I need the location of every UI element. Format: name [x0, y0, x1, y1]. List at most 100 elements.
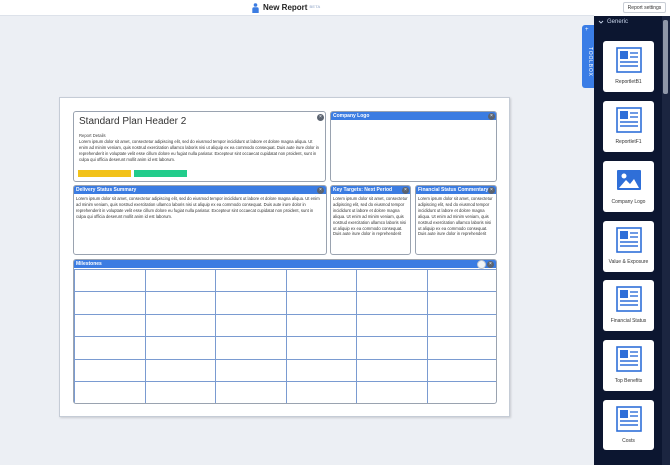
toolbox-item-financial-status[interactable]: Financial Status: [603, 280, 654, 331]
milestone-cell[interactable]: [285, 358, 357, 382]
key-targets-text: Lorem ipsum dolor sit amet, consectetur …: [333, 196, 408, 237]
plan-header-text: Lorem ipsum dolor sit amet, consectetur …: [79, 139, 319, 162]
milestone-cell[interactable]: [426, 291, 496, 315]
toolbox-item-reportlet-f1[interactable]: ReportletF1: [603, 101, 654, 152]
milestone-cell[interactable]: [426, 358, 496, 382]
report-details-label: Report Details: [79, 133, 106, 138]
key-targets-header: Key Targets: Next Period: [331, 186, 410, 194]
milestone-cell[interactable]: [426, 268, 496, 293]
financial-status-header: Financial Status Commentary: [416, 186, 496, 194]
milestone-cell[interactable]: [215, 336, 287, 360]
toolbox-item-label: Financial Status: [610, 318, 647, 324]
status-bar-yellow: [78, 170, 131, 177]
report-title-group: New Report BETA: [252, 2, 320, 14]
close-icon[interactable]: ×: [317, 114, 324, 121]
milestone-cell[interactable]: [144, 291, 216, 315]
report-canvas: Standard Plan Header 2 Report Details Lo…: [59, 97, 510, 417]
milestone-cell[interactable]: [144, 336, 216, 360]
toggle-knob[interactable]: [477, 260, 486, 269]
milestone-cell[interactable]: [215, 358, 287, 382]
toolbox-item-costs[interactable]: Costs: [603, 400, 654, 450]
beta-badge: BETA: [309, 4, 321, 9]
toolbox-item-label: Costs: [622, 438, 635, 444]
toolbox-item-top-benefits[interactable]: Top Benefits: [603, 340, 654, 391]
section-header-generic[interactable]: Generic: [598, 19, 628, 25]
toolbox-item-reportlet-b1[interactable]: ReportletB1: [603, 41, 654, 92]
milestone-cell[interactable]: [426, 380, 496, 403]
milestone-cell[interactable]: [356, 313, 428, 338]
reportlet-f1-icon: [616, 107, 642, 133]
milestone-cell[interactable]: [74, 380, 146, 403]
chevron-down-icon: [598, 20, 604, 24]
milestone-cell[interactable]: [356, 380, 428, 403]
milestone-cell[interactable]: [215, 313, 287, 338]
image-icon: [617, 170, 641, 190]
milestones-grid: [74, 268, 496, 403]
close-icon[interactable]: ×: [317, 187, 324, 194]
report-settings-button[interactable]: Report settings: [623, 2, 666, 13]
plan-header-widget[interactable]: Standard Plan Header 2 Report Details Lo…: [73, 111, 326, 182]
milestone-cell[interactable]: [356, 268, 428, 293]
milestone-cell[interactable]: [215, 380, 287, 403]
close-icon[interactable]: ×: [487, 261, 494, 268]
milestone-row: [74, 380, 496, 403]
delivery-status-widget[interactable]: Delivery Status Summary Lorem ipsum dolo…: [73, 185, 327, 255]
financial-status-text: Lorem ipsum dolor sit amet, consectetur …: [418, 196, 493, 237]
milestone-cell[interactable]: [285, 291, 357, 315]
milestone-cell[interactable]: [426, 313, 496, 338]
milestone-cell[interactable]: [215, 291, 287, 315]
milestone-cell[interactable]: [74, 336, 146, 360]
toolbox-item-value-exposure[interactable]: Value & Exposure: [603, 221, 654, 272]
section-label: Generic: [607, 19, 629, 25]
reportlet-b1-icon: [616, 47, 642, 73]
milestone-row: [74, 313, 496, 338]
close-icon[interactable]: ×: [488, 187, 495, 194]
milestone-cell[interactable]: [74, 313, 146, 338]
costs-icon: [616, 406, 642, 432]
milestone-cell[interactable]: [74, 358, 146, 382]
panel-scrollbar-thumb[interactable]: [663, 20, 668, 94]
status-bar-green: [134, 170, 187, 177]
milestone-cell[interactable]: [285, 313, 357, 338]
toolbox-item-label: ReportletB1: [615, 79, 642, 85]
top-benefits-icon: [616, 346, 642, 372]
milestone-cell[interactable]: [285, 380, 357, 403]
milestones-widget[interactable]: Milestones ×: [73, 259, 497, 404]
milestone-cell[interactable]: [144, 313, 216, 338]
milestone-cell[interactable]: [74, 291, 146, 315]
value-exposure-icon: [616, 227, 642, 253]
milestone-cell[interactable]: [356, 336, 428, 360]
company-logo-widget[interactable]: Company Logo ×: [330, 111, 497, 182]
financial-status-icon: [616, 286, 642, 312]
milestone-cell[interactable]: [426, 336, 496, 360]
key-targets-widget[interactable]: Key Targets: Next Period Lorem ipsum dol…: [330, 185, 411, 255]
milestone-cell[interactable]: [285, 268, 357, 293]
close-icon[interactable]: ×: [488, 113, 495, 120]
toolbox-panel: Generic ReportletB1 ReportletF1 Company …: [594, 16, 670, 465]
milestone-cell[interactable]: [215, 268, 287, 293]
milestone-cell[interactable]: [144, 268, 216, 293]
delivery-status-text: Lorem ipsum dolor sit amet, consectetur …: [76, 196, 320, 219]
milestones-table: [74, 268, 496, 403]
delivery-status-header: Delivery Status Summary: [74, 186, 326, 194]
milestone-cell[interactable]: [285, 336, 357, 360]
milestone-cell[interactable]: [356, 291, 428, 315]
toolbox-item-company-logo[interactable]: Company Logo: [603, 161, 654, 212]
person-icon: [252, 3, 259, 13]
top-bar: New Report BETA: [0, 0, 594, 16]
close-icon[interactable]: ×: [402, 187, 409, 194]
company-logo-header: Company Logo: [331, 112, 496, 120]
toolbox-item-label: Top Benefits: [614, 378, 643, 384]
milestone-cell[interactable]: [74, 268, 146, 293]
toolbox-item-label: ReportletF1: [615, 139, 642, 145]
milestone-cell[interactable]: [356, 358, 428, 382]
financial-status-widget[interactable]: Financial Status Commentary Lorem ipsum …: [415, 185, 497, 255]
milestone-row: [74, 291, 496, 315]
milestone-cell[interactable]: [144, 358, 216, 382]
toolbox-item-label: Company Logo: [611, 199, 646, 205]
milestone-row: [74, 336, 496, 360]
milestone-cell[interactable]: [144, 380, 216, 403]
toolbox-item-label: Value & Exposure: [608, 259, 649, 265]
plan-header-title: Standard Plan Header 2: [79, 116, 187, 127]
milestone-row: [74, 358, 496, 382]
